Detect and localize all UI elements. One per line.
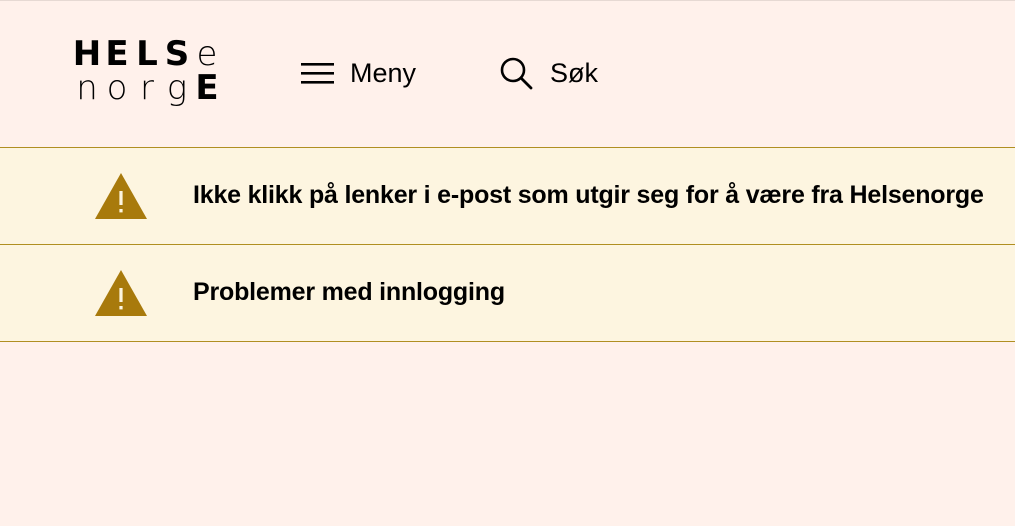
site-header: H E L S e n o r g E Meny Søk bbox=[0, 1, 1015, 147]
logo-letter: E bbox=[195, 68, 219, 108]
logo-row-2: n o r g E bbox=[72, 71, 222, 105]
warning-icon bbox=[95, 270, 147, 316]
menu-label: Meny bbox=[350, 57, 417, 88]
search-label: Søk bbox=[550, 57, 599, 88]
logo-letter: g bbox=[166, 68, 188, 108]
menu-button[interactable]: Meny bbox=[300, 53, 416, 93]
alert-text: Problemer med innlogging bbox=[193, 278, 505, 306]
logo-letter: S bbox=[164, 34, 190, 74]
logo-letter: H bbox=[72, 34, 102, 74]
logo-letter: n bbox=[76, 68, 98, 108]
search-button[interactable]: Søk bbox=[498, 53, 598, 93]
alert-phishing-warning[interactable]: Ikke klikk på lenker i e-post som utgir … bbox=[0, 147, 1015, 244]
warning-icon bbox=[95, 173, 147, 219]
logo-letter: L bbox=[136, 34, 158, 74]
alert-text: Ikke klikk på lenker i e-post som utgir … bbox=[193, 181, 984, 209]
search-icon bbox=[500, 57, 533, 90]
logo-row-1: H E L S e bbox=[72, 37, 222, 71]
hamburger-menu-icon bbox=[301, 63, 334, 84]
logo-letter: e bbox=[196, 34, 218, 74]
helsenorge-logo[interactable]: H E L S e n o r g E bbox=[72, 37, 244, 111]
logo-letter: r bbox=[140, 68, 154, 108]
logo-letter: E bbox=[105, 34, 129, 74]
logo-letter: o bbox=[106, 68, 128, 108]
alert-login-problems[interactable]: Problemer med innlogging bbox=[0, 244, 1015, 342]
